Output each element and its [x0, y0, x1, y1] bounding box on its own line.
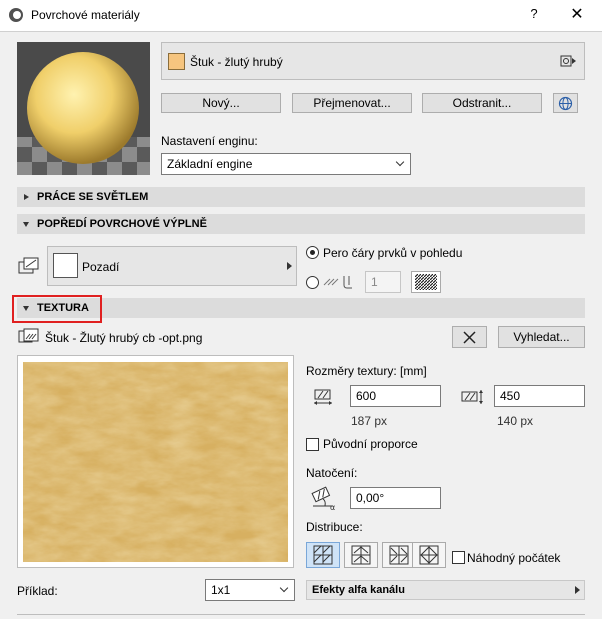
- distribution-normal-button[interactable]: [306, 542, 340, 568]
- texture-highlight-frame: [12, 295, 102, 323]
- section-foreground[interactable]: POPŘEDÍ POVRCHOVÉ VÝPLNĚ: [17, 214, 585, 234]
- section-light[interactable]: PRÁCE SE SVĚTLEM: [17, 187, 585, 207]
- width-icon: [314, 389, 332, 405]
- collapse-icon: [23, 222, 29, 227]
- pen-icon: [323, 276, 352, 289]
- original-proportions-label: Původní proporce: [323, 437, 418, 451]
- random-origin-checkbox[interactable]: [452, 551, 465, 564]
- help-button[interactable]: ?: [524, 6, 544, 24]
- texture-width-px: 187 px: [351, 414, 388, 428]
- radio-custom-pen[interactable]: [306, 276, 319, 289]
- globe-icon: [558, 96, 573, 111]
- distribution-diamond-icon: [419, 545, 439, 565]
- new-material-button[interactable]: Nový...: [161, 93, 281, 113]
- engine-label: Nastavení enginu:: [161, 134, 258, 148]
- window-title: Povrchové materiály: [31, 8, 140, 22]
- rotation-label: Natočení:: [306, 466, 358, 480]
- close-icon: [463, 331, 476, 344]
- engine-value: Základní engine: [167, 157, 253, 171]
- texture-file-name: Štuk - Žlutý hrubý cb -opt.png: [45, 331, 203, 345]
- section-foreground-label: POPŘEDÍ POVRCHOVÉ VÝPLNĚ: [37, 218, 207, 230]
- example-label: Příklad:: [17, 584, 58, 598]
- distribution-label: Distribuce:: [306, 520, 363, 534]
- chevron-right-icon: [287, 262, 292, 270]
- material-preview: [17, 42, 150, 175]
- texture-height-input[interactable]: 450: [494, 385, 585, 407]
- distribution-mirror-icon: [389, 545, 409, 565]
- texture-height-px: 140 px: [497, 414, 534, 428]
- example-select[interactable]: 1x1: [205, 579, 295, 601]
- engine-select[interactable]: Základní engine: [161, 153, 411, 175]
- delete-material-button[interactable]: Odstranit...: [422, 93, 542, 113]
- texture-preview-frame: [17, 355, 294, 568]
- section-texture[interactable]: TEXTURA: [17, 298, 585, 318]
- section-light-label: PRÁCE SE SVĚTLEM: [37, 191, 149, 203]
- expand-icon: [24, 194, 29, 200]
- distribution-grid-icon: [313, 545, 333, 565]
- example-value: 1x1: [211, 583, 231, 597]
- alpha-effects-label: Efekty alfa kanálu: [312, 584, 405, 596]
- radio-pen-lines-label: Pero čáry prvků v pohledu: [323, 246, 463, 260]
- distribution-mirror-x-button[interactable]: [344, 542, 378, 568]
- texture-size-label: Rozměry textury: [mm]: [306, 364, 427, 378]
- texture-preview-image: [23, 362, 288, 562]
- distribution-mirror-y-button[interactable]: [382, 542, 416, 568]
- random-origin-label: Náhodný počátek: [467, 551, 561, 565]
- texture-width-input[interactable]: 600: [350, 385, 441, 407]
- svg-text:α: α: [330, 503, 335, 510]
- distribution-mirror-icon: [351, 545, 371, 565]
- preview-sphere-image: [17, 42, 150, 175]
- pattern-swatch-icon: [415, 274, 437, 290]
- material-swatch: [168, 53, 185, 70]
- clear-texture-button[interactable]: [452, 326, 487, 348]
- radio-pen-lines[interactable]: [306, 246, 319, 259]
- fill-pattern-icon: [18, 257, 39, 274]
- fill-selector[interactable]: Pozadí: [47, 246, 297, 286]
- fill-swatch: [53, 253, 78, 278]
- material-catalog-icon: [560, 55, 576, 67]
- app-icon: [9, 8, 23, 22]
- title-divider: [0, 31, 602, 32]
- rename-material-button[interactable]: Přejmenovat...: [292, 93, 412, 113]
- title-bar: Povrchové materiály ? ✕: [0, 0, 602, 31]
- alpha-effects-button[interactable]: Efekty alfa kanálu: [306, 580, 585, 600]
- fill-label: Pozadí: [82, 260, 120, 274]
- rotation-input[interactable]: 0,00°: [350, 487, 441, 509]
- original-proportions-checkbox[interactable]: [306, 438, 319, 451]
- distribution-mirror-xy-button[interactable]: [412, 542, 446, 568]
- bottom-divider: [17, 614, 585, 615]
- rotation-icon: α: [311, 486, 335, 510]
- material-name: Štuk - žlutý hrubý: [190, 55, 283, 69]
- height-icon: [461, 390, 483, 404]
- pen-color-button[interactable]: [411, 271, 441, 293]
- chevron-right-icon: [575, 586, 580, 594]
- web-button[interactable]: [553, 93, 578, 113]
- pen-number-input[interactable]: 1: [365, 271, 401, 293]
- close-button[interactable]: ✕: [565, 4, 589, 26]
- search-texture-button[interactable]: Vyhledat...: [498, 326, 585, 348]
- chevron-down-icon: [279, 583, 289, 593]
- material-selector[interactable]: Štuk - žlutý hrubý: [161, 42, 585, 80]
- texture-file-icon: [18, 328, 39, 343]
- chevron-down-icon: [395, 157, 405, 167]
